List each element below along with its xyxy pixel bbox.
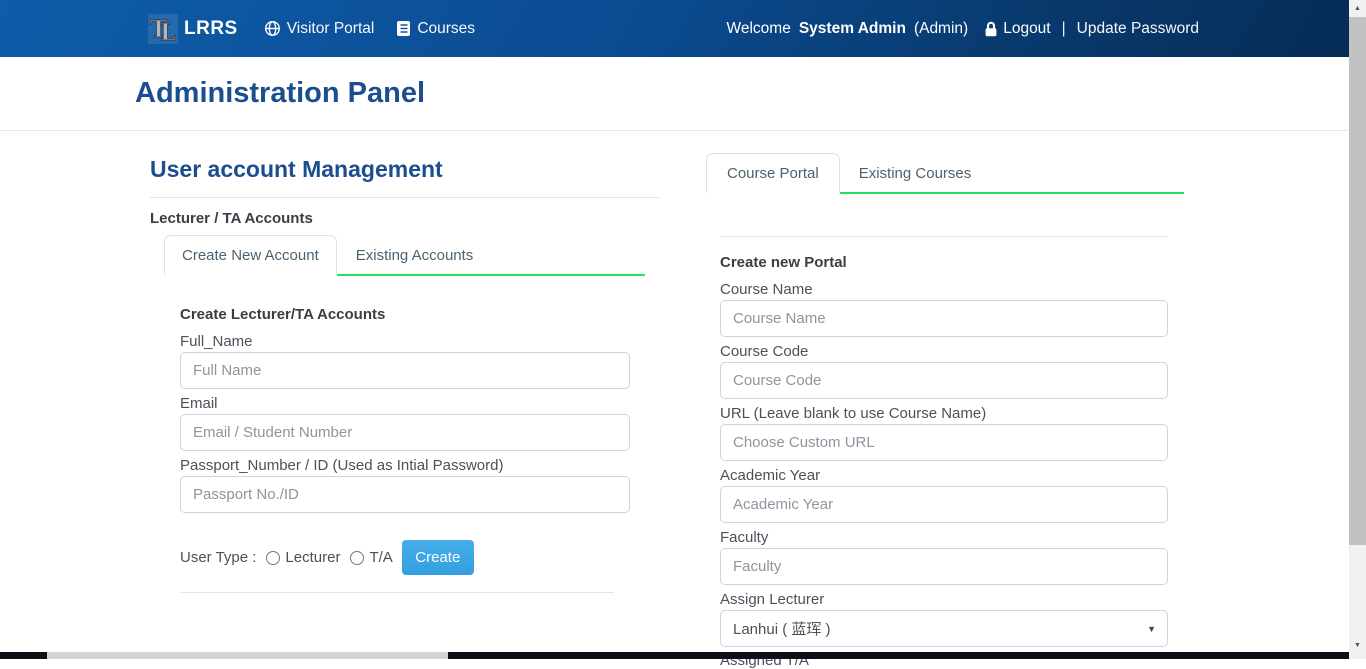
radio-lecturer[interactable] xyxy=(266,551,280,565)
radio-ta[interactable] xyxy=(350,551,364,565)
user-role: (Admin) xyxy=(914,20,968,38)
url-input[interactable] xyxy=(720,424,1168,461)
field-full-name: Full_Name xyxy=(180,332,630,389)
scroll-up-icon[interactable]: ▲ xyxy=(1349,1,1366,16)
course-tabs: Course Portal Existing Courses xyxy=(706,153,1184,194)
field-url: URL (Leave blank to use Course Name) xyxy=(720,404,1168,461)
nav-courses-label: Courses xyxy=(417,20,475,38)
course-portal-panel: Course Portal Existing Courses Create ne… xyxy=(706,153,1184,669)
globe-icon xyxy=(264,20,281,37)
nav-visitor-portal[interactable]: Visitor Portal xyxy=(264,20,375,38)
course-name-label: Course Name xyxy=(720,280,1168,300)
account-tabs: Create New Account Existing Accounts xyxy=(164,235,645,276)
create-portal-form: Create new Portal Course Name Course Cod… xyxy=(720,236,1168,669)
faculty-label: Faculty xyxy=(720,528,1168,548)
field-academic-year: Academic Year xyxy=(720,466,1168,523)
user-type-label: User Type : xyxy=(180,549,256,566)
vertical-scrollbar-thumb[interactable] xyxy=(1349,17,1366,545)
passport-label: Passport_Number / ID (Used as Intial Pas… xyxy=(180,456,630,476)
page-title: Administration Panel xyxy=(135,77,425,110)
lecturer-ta-section-title: Lecturer / TA Accounts xyxy=(150,210,660,227)
nav-visitor-portal-label: Visitor Portal xyxy=(287,20,375,38)
full-name-label: Full_Name xyxy=(180,332,630,352)
tab-existing-courses[interactable]: Existing Courses xyxy=(840,153,991,194)
scroll-down-icon[interactable]: ▼ xyxy=(1349,638,1366,653)
course-name-input[interactable] xyxy=(720,300,1168,337)
course-code-input[interactable] xyxy=(720,362,1168,399)
divider xyxy=(150,197,660,198)
email-label: Email xyxy=(180,394,630,414)
create-account-form: Create Lecturer/TA Accounts Full_Name Em… xyxy=(180,306,630,593)
lrrs-logo-icon[interactable]: T L xyxy=(148,14,178,44)
horizontal-scrollbar[interactable] xyxy=(0,652,1349,659)
lock-icon xyxy=(984,21,998,37)
passport-input[interactable] xyxy=(180,476,630,513)
nav-courses[interactable]: Courses xyxy=(396,20,475,38)
update-password-link[interactable]: Update Password xyxy=(1077,20,1199,38)
divider xyxy=(720,236,1168,237)
radio-lecturer-label: Lecturer xyxy=(285,549,340,566)
nav-divider: | xyxy=(1062,20,1066,38)
create-portal-form-title: Create new Portal xyxy=(720,254,1168,271)
logout-link[interactable]: Logout xyxy=(984,20,1050,38)
tab-existing-accounts[interactable]: Existing Accounts xyxy=(337,235,493,276)
academic-year-label: Academic Year xyxy=(720,466,1168,486)
user-account-heading: User account Management xyxy=(150,156,660,183)
navbar-left: T L LRRS Visitor Portal xyxy=(148,14,475,44)
tab-create-new-account[interactable]: Create New Account xyxy=(164,235,337,276)
logout-label: Logout xyxy=(1003,20,1050,38)
brand-title[interactable]: LRRS xyxy=(184,18,238,40)
page-title-band: Administration Panel xyxy=(0,57,1349,131)
faculty-input[interactable] xyxy=(720,548,1168,585)
url-label: URL (Leave blank to use Course Name) xyxy=(720,404,1168,424)
welcome-prefix: Welcome xyxy=(727,20,791,38)
field-email: Email xyxy=(180,394,630,451)
user-name: System Admin xyxy=(799,20,906,38)
top-navbar: T L LRRS Visitor Portal xyxy=(0,0,1349,57)
field-course-name: Course Name xyxy=(720,280,1168,337)
user-account-panel: User account Management Lecturer / TA Ac… xyxy=(150,156,660,593)
field-faculty: Faculty xyxy=(720,528,1168,585)
assign-lecturer-selected-value: Lanhui ( 蓝珲 ) xyxy=(733,618,831,639)
create-button[interactable]: Create xyxy=(402,540,474,575)
book-icon xyxy=(396,20,411,37)
horizontal-scrollbar-thumb[interactable] xyxy=(47,652,448,659)
assign-lecturer-label: Assign Lecturer xyxy=(720,590,1168,610)
svg-text:L: L xyxy=(160,19,176,44)
user-type-row: User Type : Lecturer T/A Create xyxy=(180,540,630,575)
field-assign-lecturer: Assign Lecturer Lanhui ( 蓝珲 ) ▼ xyxy=(720,590,1168,647)
course-code-label: Course Code xyxy=(720,342,1168,362)
tab-course-portal[interactable]: Course Portal xyxy=(706,153,840,194)
field-passport: Passport_Number / ID (Used as Intial Pas… xyxy=(180,456,630,513)
navbar-right: Welcome System Admin (Admin) Logout | Up… xyxy=(727,20,1199,38)
academic-year-input[interactable] xyxy=(720,486,1168,523)
assign-lecturer-select[interactable]: Lanhui ( 蓝珲 ) ▼ xyxy=(720,610,1168,647)
divider xyxy=(180,592,614,593)
email-input[interactable] xyxy=(180,414,630,451)
chevron-down-icon: ▼ xyxy=(1147,624,1156,634)
full-name-input[interactable] xyxy=(180,352,630,389)
radio-ta-label: T/A xyxy=(369,549,392,566)
create-account-form-title: Create Lecturer/TA Accounts xyxy=(180,306,630,323)
field-course-code: Course Code xyxy=(720,342,1168,399)
welcome-text: Welcome System Admin (Admin) xyxy=(727,20,969,38)
vertical-scrollbar[interactable]: ▲ ▼ xyxy=(1349,0,1366,659)
